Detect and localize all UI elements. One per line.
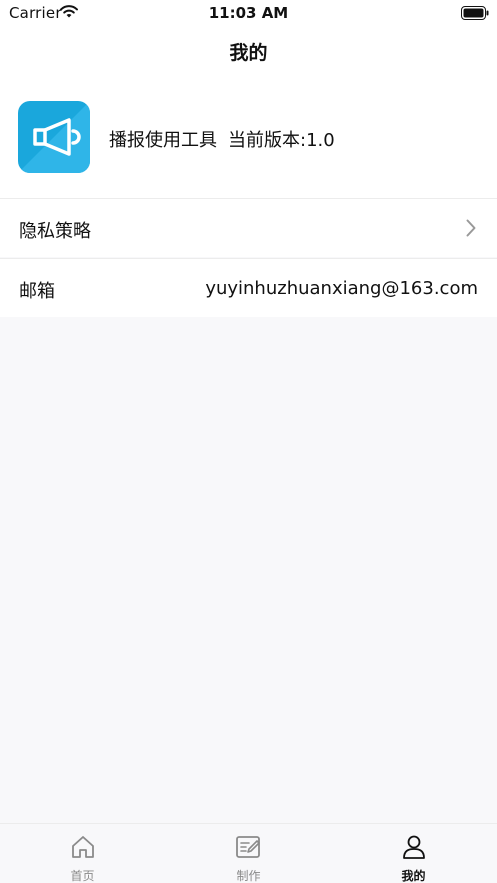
email-value[interactable]: yuyinhuzhuanxiang@163.com: [205, 278, 478, 299]
privacy-policy-label: 隐私策略: [19, 221, 91, 242]
page-title: 我的: [229, 42, 268, 64]
email-row[interactable]: 邮箱 yuyinhuzhuanxiang@163.com: [0, 258, 497, 317]
chevron-right-icon: [466, 219, 476, 241]
tab-mine-label: 我的: [401, 869, 426, 883]
nav-bar: 我的: [0, 28, 497, 74]
app-version: 当前版本:1.0: [228, 130, 335, 151]
tab-home-label: 首页: [70, 869, 95, 883]
edit-icon: [235, 834, 263, 864]
tab-bar: 首页 制作 我的: [0, 823, 497, 883]
tab-mine[interactable]: 我的: [331, 824, 496, 883]
person-icon: [401, 834, 427, 864]
tab-make-label: 制作: [236, 869, 261, 883]
status-bar: Carrier 11:03 AM: [0, 0, 497, 28]
tab-make[interactable]: 制作: [166, 824, 331, 883]
privacy-policy-row[interactable]: 隐私策略: [0, 198, 497, 257]
app-name: 播报使用工具: [109, 130, 217, 151]
status-time: 11:03 AM: [208, 4, 289, 22]
home-icon: [70, 834, 96, 864]
battery-icon: [461, 5, 489, 24]
megaphone-icon: [18, 101, 90, 173]
tab-home[interactable]: 首页: [0, 824, 165, 883]
screen: Carrier 11:03 AM 我的 播报使用工具 当前版本:1.0 隐私策略…: [0, 0, 497, 883]
app-info-section: 播报使用工具 当前版本:1.0: [0, 74, 497, 198]
email-label: 邮箱: [19, 281, 55, 302]
